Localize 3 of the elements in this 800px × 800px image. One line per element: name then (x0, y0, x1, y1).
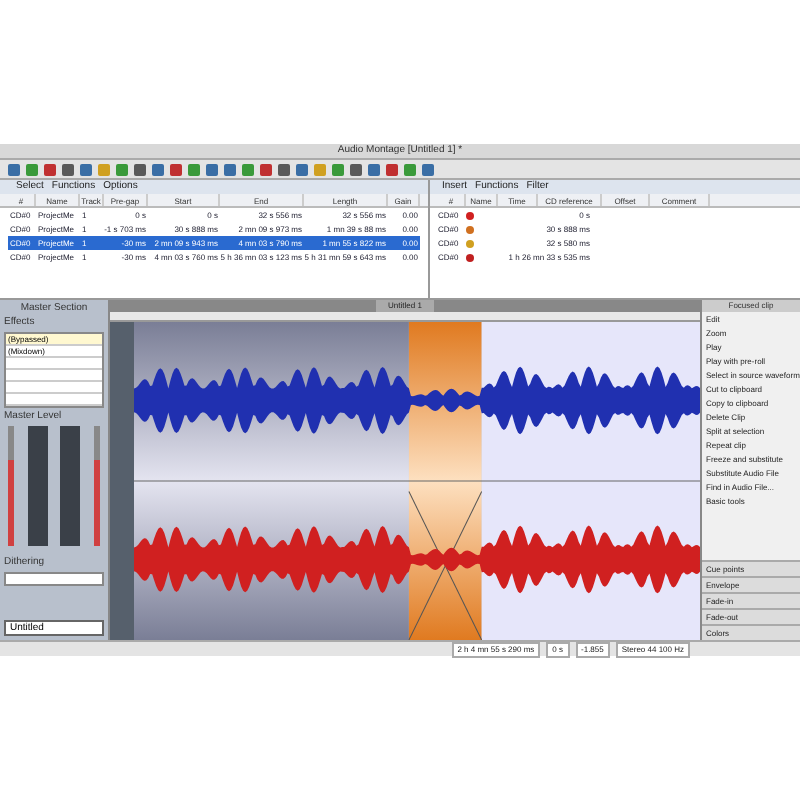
level-meter (60, 426, 81, 546)
dithering-field[interactable] (4, 572, 104, 586)
level-meter (27, 426, 48, 546)
